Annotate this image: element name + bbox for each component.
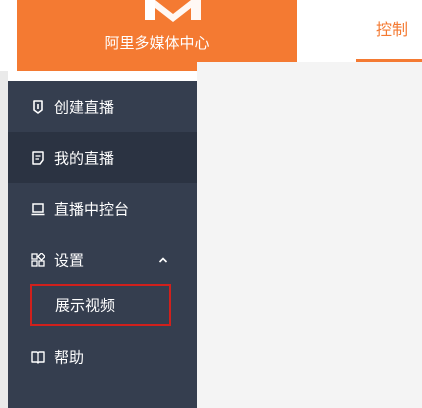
tab-console[interactable]: 控制 [356,0,422,62]
sidebar: 创建直播 我的直播 直播中控台 设置 展示视频 帮助 [8,81,197,408]
sidebar-item-create-live[interactable]: 创建直播 [8,81,197,132]
submenu-item-show-video[interactable]: 展示视频 [30,284,171,326]
sidebar-item-my-live[interactable]: 我的直播 [8,132,197,183]
sidebar-item-label: 创建直播 [54,98,115,116]
sidebar-item-settings[interactable]: 设置 [8,234,197,285]
chevron-up-icon[interactable] [158,256,168,264]
left-gutter [0,71,8,408]
sidebar-item-label: 直播中控台 [54,200,130,218]
logo-mark-icon [145,0,201,22]
tag-icon [33,99,43,114]
sidebar-item-label: 帮助 [54,348,85,366]
sidebar-item-label: 设置 [54,251,85,269]
sidebar-item-live-console[interactable]: 直播中控台 [8,183,197,234]
book-icon [31,350,45,364]
sidebar-item-label: 我的直播 [54,149,115,167]
monitor-icon [31,202,45,215]
brand-logo[interactable]: 阿里多媒体中心 [17,0,297,71]
main-content [197,62,422,408]
grid-icon [31,252,45,267]
sidebar-item-help[interactable]: 帮助 [8,331,197,382]
tab-console-label: 控制 [376,20,409,39]
submenu-item-label: 展示视频 [55,296,116,315]
document-icon [32,150,44,165]
brand-name: 阿里多媒体中心 [104,34,210,52]
